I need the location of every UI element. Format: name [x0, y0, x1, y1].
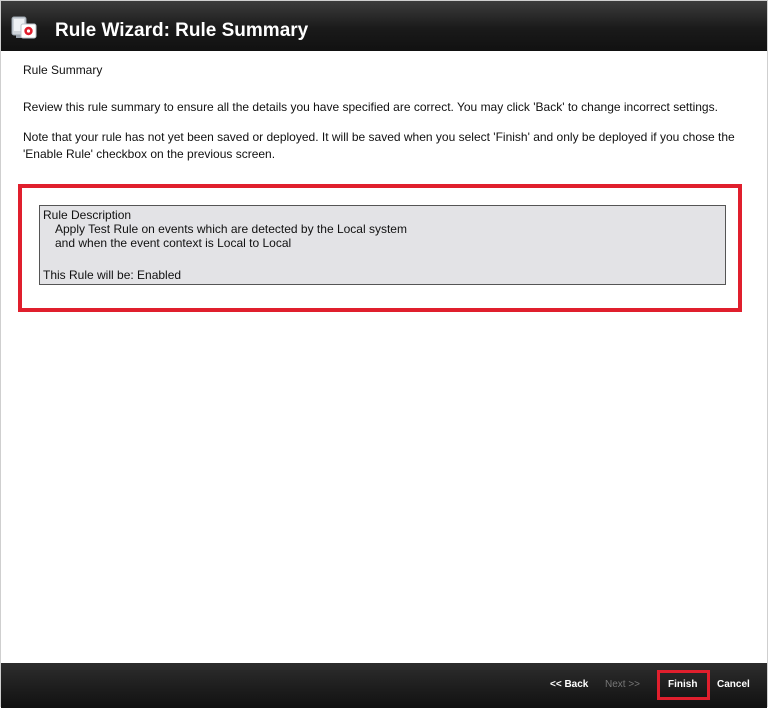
monitor-alert-icon: [11, 15, 39, 41]
rule-status-text: This Rule will be: Enabled: [43, 268, 182, 282]
rule-description-box: Rule Description Apply Test Rule on even…: [39, 205, 726, 285]
rule-description-label: Rule Description: [43, 208, 132, 222]
next-button[interactable]: Next >>: [605, 679, 640, 690]
deployment-note: Note that your rule has not yet been sav…: [23, 130, 735, 161]
wizard-footer: << Back Next >> Finish Cancel: [1, 663, 767, 708]
window-title: Rule Wizard: Rule Summary: [55, 20, 309, 41]
back-button[interactable]: << Back: [550, 679, 588, 690]
summary-content: Rule Summary Review this rule summary to…: [23, 63, 747, 176]
rule-wizard-window: Rule Wizard: Rule Summary Rule Summary R…: [0, 0, 768, 708]
rule-description-line: and when the event context is Local to L…: [55, 236, 292, 250]
review-instructions: Review this rule summary to ensure all t…: [23, 100, 718, 114]
rule-description-line: Apply Test Rule on events which are dete…: [55, 222, 407, 236]
cancel-button[interactable]: Cancel: [717, 679, 750, 690]
finish-highlight: [657, 670, 710, 700]
section-heading: Rule Summary: [23, 63, 103, 77]
title-bar: Rule Wizard: Rule Summary: [1, 1, 767, 51]
